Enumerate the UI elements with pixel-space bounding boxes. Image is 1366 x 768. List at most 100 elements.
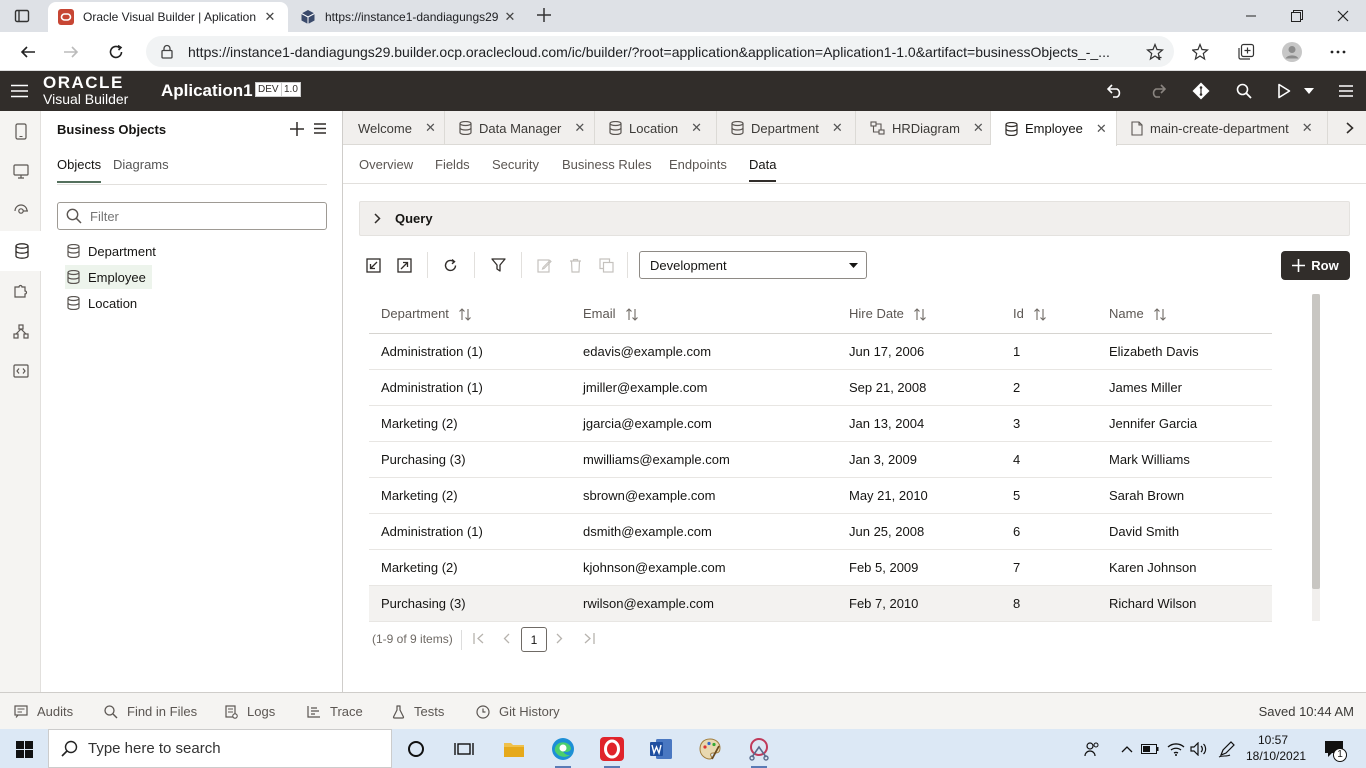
column-header-name[interactable]: Name <box>1097 294 1272 334</box>
refresh-icon[interactable] <box>439 255 461 275</box>
table-row[interactable]: Administration (1) jmiller@example.com S… <box>369 369 1272 406</box>
trace-button[interactable]: Trace <box>307 704 363 719</box>
windows-start-icon[interactable] <box>10 735 38 763</box>
subnav-security[interactable]: Security <box>492 157 539 180</box>
sort-icon[interactable] <box>914 308 926 321</box>
system-clock[interactable]: 10:57 18/10/2021 <box>1246 732 1306 764</box>
redo-icon[interactable] <box>1147 81 1169 101</box>
menu-lines-icon[interactable] <box>1335 81 1357 101</box>
find-in-files-button[interactable]: Find in Files <box>104 704 197 719</box>
filter-funnel-icon[interactable] <box>487 255 509 275</box>
sort-icon[interactable] <box>625 308 638 321</box>
search-icon[interactable] <box>1233 81 1255 101</box>
run-play-icon[interactable] <box>1273 81 1295 101</box>
volume-icon[interactable] <box>1185 735 1213 763</box>
query-expander[interactable]: Query <box>359 201 1350 236</box>
hamburger-menu-icon[interactable] <box>11 84 28 98</box>
close-tab-icon[interactable]: ✕ <box>691 120 702 136</box>
sort-icon[interactable] <box>1153 308 1166 321</box>
back-arrow-icon[interactable] <box>13 37 43 67</box>
add-row-button[interactable]: Row <box>1281 251 1350 280</box>
tab-objects[interactable]: Objects <box>57 157 102 183</box>
task-view-icon[interactable] <box>450 735 478 763</box>
tab-department[interactable]: Department ✕ <box>717 111 856 145</box>
previous-page-icon[interactable] <box>503 633 510 644</box>
close-tab-icon[interactable]: ✕ <box>502 9 518 25</box>
tab-actions-icon[interactable] <box>14 8 30 24</box>
tab-location[interactable]: Location ✕ <box>595 111 717 145</box>
subnav-endpoints[interactable]: Endpoints <box>669 157 727 180</box>
add-favorite-icon[interactable] <box>1140 37 1170 67</box>
tests-button[interactable]: Tests <box>392 704 444 719</box>
close-tab-icon[interactable]: ✕ <box>1302 120 1313 136</box>
delete-trash-icon[interactable] <box>564 255 586 275</box>
close-tab-icon[interactable]: ✕ <box>832 120 843 136</box>
sort-icon[interactable] <box>459 308 471 321</box>
sort-icon[interactable] <box>1033 308 1046 321</box>
subnav-business-rules[interactable]: Business Rules <box>562 157 652 180</box>
column-header-email[interactable]: Email <box>571 294 837 334</box>
people-icon[interactable] <box>1078 735 1106 763</box>
refresh-icon[interactable] <box>101 37 131 67</box>
cortana-icon[interactable] <box>402 735 430 763</box>
last-page-icon[interactable] <box>583 633 595 644</box>
minimize-icon[interactable] <box>1228 0 1274 32</box>
tab-hrdiagram[interactable]: HRDiagram ✕ <box>856 111 991 145</box>
table-row[interactable]: Marketing (2) kjohnson@example.com Feb 5… <box>369 549 1272 586</box>
tab-main-create-department[interactable]: main-create-department ✕ <box>1117 111 1328 145</box>
notifications-icon[interactable]: 1 <box>1320 735 1348 763</box>
export-icon[interactable] <box>393 255 415 275</box>
subnav-data[interactable]: Data <box>749 157 777 182</box>
table-row[interactable]: Marketing (2) sbrown@example.com May 21,… <box>369 477 1272 514</box>
favorites-icon[interactable] <box>1186 37 1216 67</box>
audits-button[interactable]: Audits <box>14 704 73 719</box>
bo-item-location[interactable]: Location <box>65 291 143 315</box>
opera-browser-icon[interactable] <box>598 735 626 768</box>
forward-arrow-icon[interactable] <box>56 37 86 67</box>
current-page-button[interactable]: 1 <box>521 627 547 652</box>
pen-workspace-icon[interactable] <box>1213 735 1241 763</box>
tab-welcome[interactable]: Welcome ✕ <box>343 111 445 145</box>
scroll-tabs-chevron-right-icon[interactable] <box>1346 122 1354 134</box>
web-apps-icon[interactable] <box>0 151 41 191</box>
tab-data-manager[interactable]: Data Manager ✕ <box>445 111 595 145</box>
close-tab-icon[interactable]: ✕ <box>1096 121 1107 137</box>
add-object-plus-icon[interactable] <box>290 122 304 136</box>
close-tab-icon[interactable]: ✕ <box>262 9 278 25</box>
table-row[interactable]: Marketing (2) jgarcia@example.com Jan 13… <box>369 405 1272 442</box>
filter-field[interactable] <box>57 202 327 230</box>
tab-employee[interactable]: Employee ✕ <box>991 111 1117 146</box>
paint-icon[interactable] <box>696 735 724 763</box>
file-explorer-icon[interactable] <box>500 735 528 763</box>
column-header-id[interactable]: Id <box>1001 294 1097 334</box>
next-page-icon[interactable] <box>556 633 563 644</box>
new-tab-icon[interactable] <box>536 7 552 23</box>
table-row[interactable]: Administration (1) edavis@example.com Ju… <box>369 333 1272 370</box>
duplicate-icon[interactable] <box>595 255 617 275</box>
table-scrollbar-thumb[interactable] <box>1312 294 1320 589</box>
logs-button[interactable]: Logs <box>225 704 275 719</box>
table-row[interactable]: Purchasing (3) rwilson@example.com Feb 7… <box>369 585 1272 622</box>
table-row[interactable]: Purchasing (3) mwilliams@example.com Jan… <box>369 441 1272 478</box>
browser-tab[interactable]: https://instance1-dandiagungs29 ✕ <box>290 2 528 32</box>
first-page-icon[interactable] <box>473 633 485 644</box>
column-header-hire-date[interactable]: Hire Date <box>837 294 1001 334</box>
table-row[interactable]: Administration (1) dsmith@example.com Ju… <box>369 513 1272 550</box>
battery-icon[interactable] <box>1136 735 1164 763</box>
taskbar-search[interactable]: Type here to search <box>48 729 392 768</box>
close-tab-icon[interactable]: ✕ <box>574 120 585 136</box>
profile-avatar-icon[interactable] <box>1277 37 1307 67</box>
snipping-tool-icon[interactable] <box>745 735 773 768</box>
import-icon[interactable] <box>362 255 384 275</box>
mobile-apps-icon[interactable] <box>0 111 41 151</box>
processes-icon[interactable] <box>0 311 41 351</box>
edit-pencil-icon[interactable] <box>533 255 555 275</box>
column-header-department[interactable]: Department <box>369 294 571 334</box>
git-history-button[interactable]: Git History <box>476 704 560 719</box>
close-tab-icon[interactable]: ✕ <box>973 120 984 136</box>
environment-select[interactable]: Development <box>639 251 867 279</box>
edge-browser-icon[interactable] <box>549 735 577 768</box>
subnav-overview[interactable]: Overview <box>359 157 413 180</box>
undo-icon[interactable] <box>1104 81 1126 101</box>
bo-item-department[interactable]: Department <box>65 239 162 263</box>
